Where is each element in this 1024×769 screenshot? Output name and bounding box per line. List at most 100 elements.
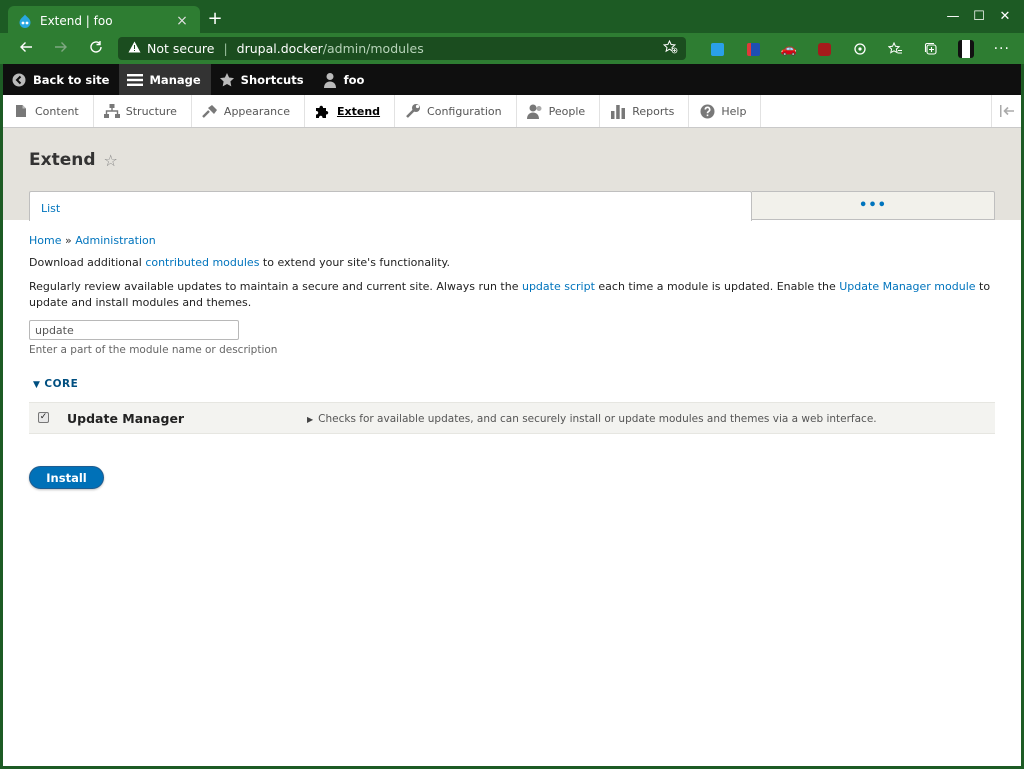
user-label: foo (343, 72, 365, 87)
module-name: Update Manager (67, 411, 185, 426)
module-description-toggle[interactable]: ▶ Checks for available updates, and can s… (307, 413, 877, 425)
shortcut-star-icon[interactable]: ☆ (104, 151, 118, 170)
collections-icon[interactable] (913, 39, 949, 59)
intro-text: Download additional contributed modules … (29, 255, 995, 271)
wrench-icon (405, 103, 421, 119)
paintbrush-icon (202, 103, 218, 119)
warning-icon (128, 41, 141, 56)
user-icon (322, 72, 338, 88)
notice-text-mid: each time a module is updated. Enable th… (594, 280, 840, 293)
manage-tab[interactable]: Manage (119, 64, 211, 95)
updates-notice: Regularly review available updates to ma… (29, 279, 995, 311)
tray-item-reports[interactable]: Reports (600, 95, 690, 127)
tray-item-extend[interactable]: Extend (305, 95, 396, 127)
back-arrow-icon[interactable] (16, 39, 36, 59)
breadcrumb-separator: » (64, 234, 72, 247)
install-button[interactable]: Install (29, 466, 104, 489)
tray-orientation-toggle-icon[interactable] (991, 95, 1021, 127)
forward-arrow-icon[interactable] (51, 39, 71, 59)
group-label: CORE (44, 378, 79, 390)
module-description: Checks for available updates, and can se… (318, 413, 877, 425)
shortcuts-tab[interactable]: Shortcuts (211, 64, 314, 95)
module-filter-input[interactable] (29, 320, 239, 340)
browser-window: Extend | foo × + — ☐ ✕ Not secure | drup… (0, 0, 1024, 769)
tray-item-label: Content (35, 104, 79, 118)
tray-item-appearance[interactable]: Appearance (192, 95, 305, 127)
module-checkbox[interactable]: ✓ (38, 412, 49, 423)
window-controls: — ☐ ✕ (940, 8, 1018, 26)
tray-item-label: Reports (632, 104, 675, 118)
expand-triangle-icon: ▶ (307, 415, 314, 424)
tray-item-configuration[interactable]: Configuration (395, 95, 517, 127)
user-tab[interactable]: foo (314, 64, 375, 95)
contributed-modules-link[interactable]: contributed modules (145, 256, 259, 269)
maximize-button[interactable]: ☐ (966, 8, 992, 26)
module-row-update-manager: ✓ Update Manager ▶ Checks for available u… (29, 402, 995, 434)
extension-blue-icon[interactable] (700, 39, 736, 59)
new-tab-button[interactable]: + (206, 10, 224, 28)
shortcuts-label: Shortcuts (240, 72, 304, 87)
profile-icon[interactable] (949, 39, 985, 59)
primary-tabs: List ••• (29, 191, 995, 221)
page-title: Extend (29, 150, 96, 170)
breadcrumb-administration-link[interactable]: Administration (75, 234, 156, 247)
tray-item-label: Structure (125, 104, 177, 118)
tray-item-label: People (548, 104, 586, 118)
url-host: drupal.docker (236, 41, 323, 56)
tray-item-label: Extend (336, 104, 381, 118)
extension-shield-icon[interactable] (736, 39, 772, 59)
drupal-toolbar: Back to site Manage Shortcuts foo (3, 64, 1021, 95)
collapse-triangle-icon: ▼ (33, 380, 41, 390)
tab-list[interactable]: List (29, 191, 752, 221)
minimize-button[interactable]: — (940, 8, 966, 26)
manage-label: Manage (149, 72, 201, 87)
people-icon (526, 103, 543, 119)
favorites-icon[interactable] (878, 39, 914, 59)
notice-text-pre: Regularly review available updates to ma… (29, 280, 522, 293)
navigation-bar: Not secure | drupal.docker /admin/module… (0, 33, 1024, 64)
url-path: /admin/modules (322, 41, 424, 56)
browser-tab[interactable]: Extend | foo × (8, 6, 200, 36)
core-group-toggle[interactable]: ▼ CORE (33, 378, 995, 390)
close-window-button[interactable]: ✕ (992, 8, 1018, 26)
puzzle-icon (315, 103, 331, 119)
update-script-link[interactable]: update script (522, 280, 595, 293)
more-menu-icon[interactable]: ··· (984, 39, 1020, 59)
title-bar: Extend | foo × + — ☐ ✕ (0, 0, 1024, 36)
tray-item-content[interactable]: Content (3, 95, 94, 127)
tabs-more-button[interactable]: ••• (752, 191, 995, 220)
tab-close-icon[interactable]: × (174, 13, 190, 29)
extension-car-icon[interactable]: 🚗 (771, 39, 807, 59)
security-label[interactable]: Not secure (147, 41, 214, 56)
page-header: Extend ☆ List ••• (3, 128, 1021, 221)
admin-menu-tray: Content Structure Appearance Extend Conf… (3, 95, 1021, 128)
reload-icon[interactable] (86, 39, 106, 59)
update-manager-module-link[interactable]: Update Manager module (839, 280, 975, 293)
add-favorite-icon[interactable] (662, 39, 678, 58)
extensions-puzzle-icon[interactable] (842, 39, 878, 59)
back-circle-icon (11, 72, 27, 88)
back-to-site-link[interactable]: Back to site (3, 64, 119, 95)
structure-sitemap-icon (103, 103, 120, 119)
content-page-icon (13, 103, 29, 119)
bar-chart-icon (610, 103, 626, 119)
tray-item-people[interactable]: People (517, 95, 601, 127)
hamburger-icon (127, 72, 144, 88)
ublock-icon[interactable] (807, 39, 843, 59)
back-to-site-label: Back to site (33, 72, 110, 87)
tray-item-structure[interactable]: Structure (94, 95, 192, 127)
tray-item-label: Configuration (427, 104, 502, 118)
tab-title: Extend | foo (40, 14, 113, 28)
tray-item-label: Appearance (223, 104, 290, 118)
extension-toolbar: 🚗 ··· (700, 39, 1020, 59)
drupal-favicon-icon (18, 14, 32, 28)
tray-item-help[interactable]: Help (689, 95, 762, 127)
page-viewport: Back to site Manage Shortcuts foo Conten… (3, 64, 1021, 766)
help-question-icon (699, 103, 715, 119)
tray-item-label: Help (721, 104, 747, 118)
page-title-row: Extend ☆ (29, 150, 118, 170)
breadcrumb: Home » Administration (29, 234, 995, 247)
breadcrumb-home-link[interactable]: Home (29, 234, 61, 247)
address-bar[interactable]: Not secure | drupal.docker /admin/module… (118, 37, 686, 60)
intro-text-pre: Download additional (29, 256, 146, 269)
